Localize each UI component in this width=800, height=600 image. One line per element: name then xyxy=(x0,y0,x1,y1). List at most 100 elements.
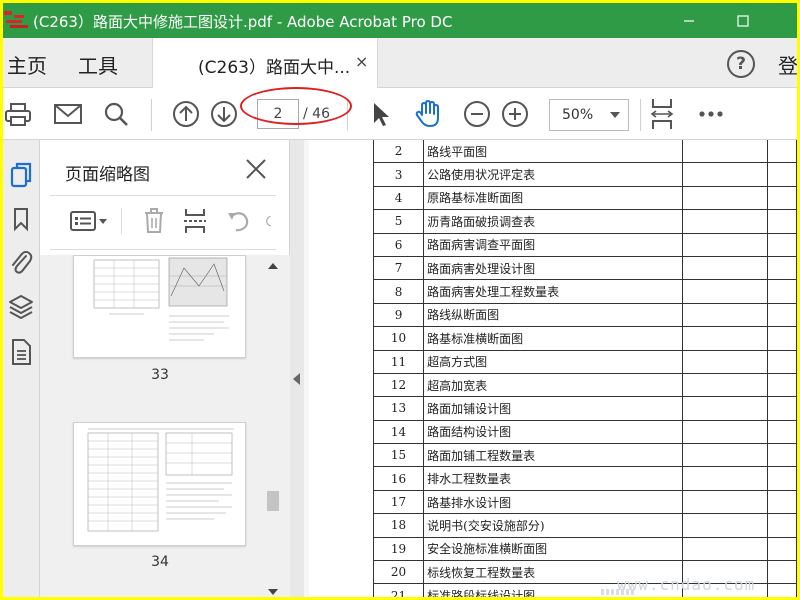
table-row: 11 超高方式图 xyxy=(372,349,797,374)
main-toolbar: 2 / 46 50% xyxy=(3,89,797,140)
row-empty-cell xyxy=(767,513,797,538)
insert-page-button[interactable] xyxy=(181,204,209,238)
table-row: 18 说明书(交安设施部分) xyxy=(372,513,797,538)
zoom-out-button[interactable] xyxy=(462,97,492,131)
row-empty-cell xyxy=(767,560,797,585)
row-empty-cell xyxy=(682,326,769,351)
rotate-right-button[interactable] xyxy=(264,204,278,238)
row-title: 超高加宽表 xyxy=(423,372,684,398)
row-number: 13 xyxy=(372,396,425,421)
trash-icon xyxy=(145,208,163,233)
watermark: www.cndao.com xyxy=(617,575,756,594)
maximize-icon xyxy=(737,14,749,27)
print-icon xyxy=(5,103,31,126)
maximize-button[interactable] xyxy=(719,3,767,38)
row-number: 3 xyxy=(372,162,425,187)
select-tool-button[interactable] xyxy=(367,97,393,131)
row-title: 路线平面图 xyxy=(423,140,684,164)
document-page: 2 路线平面图 3 公路使用状况评定表 4 原路基标准断面图 5 沥青路面破损调查表 6 路面病害… xyxy=(309,140,797,597)
row-title: 路面加铺设计图 xyxy=(423,396,684,421)
scroll-down-icon[interactable] xyxy=(264,585,282,597)
scrollbar-thumb[interactable] xyxy=(267,491,279,511)
scroll-up-icon[interactable] xyxy=(264,259,282,273)
zoom-dropdown[interactable]: 50% xyxy=(549,99,629,131)
layers-button[interactable] xyxy=(7,292,35,322)
next-page-button[interactable] xyxy=(209,97,239,131)
row-empty-cell xyxy=(767,466,797,491)
menu-tools[interactable]: 工具 xyxy=(78,50,118,79)
close-icon[interactable] xyxy=(242,155,270,183)
row-empty-cell xyxy=(682,302,769,328)
row-empty-cell xyxy=(767,489,797,515)
table-row: 4 原路基标准断面图 xyxy=(372,185,797,211)
thumbnail-label: 33 xyxy=(151,367,169,383)
thumbnail-list[interactable]: 33 34 xyxy=(40,255,290,597)
layers-icon xyxy=(9,295,33,319)
thumbnail-page-33[interactable] xyxy=(73,255,246,358)
rotate-page-button[interactable] xyxy=(224,204,252,238)
row-empty-cell xyxy=(767,326,797,351)
minimize-button[interactable] xyxy=(665,3,713,38)
panel-collapse-handle[interactable] xyxy=(290,140,304,597)
row-title: 路面病害调查平面图 xyxy=(423,232,684,257)
bookmarks-button[interactable] xyxy=(7,204,35,234)
row-empty-cell xyxy=(682,185,769,211)
row-empty-cell xyxy=(682,443,769,468)
zoom-value: 50% xyxy=(562,107,594,123)
menu-home[interactable]: 主页 xyxy=(7,50,47,79)
login-button[interactable]: 登 xyxy=(778,50,797,79)
thumbnail-label: 34 xyxy=(151,554,169,570)
row-number: 7 xyxy=(372,255,425,281)
delete-page-button[interactable] xyxy=(140,204,168,238)
table-row: 13 路面加铺设计图 xyxy=(372,396,797,421)
document-tab-label: (C263）路面大中... xyxy=(198,58,351,78)
page-number-highlight xyxy=(240,87,352,125)
row-number: 2 xyxy=(372,140,425,164)
rotate-right-icon xyxy=(266,215,272,227)
table-row: 7 路面病害处理设计图 xyxy=(372,255,797,281)
row-number: 6 xyxy=(372,232,425,257)
tab-close-icon[interactable]: × xyxy=(355,52,368,71)
row-empty-cell xyxy=(682,162,769,187)
app-window: (C263）路面大中修施工图设计.pdf - Adobe Acrobat Pro… xyxy=(3,3,797,597)
table-row: 17 路基排水设计图 xyxy=(372,489,797,515)
row-number: 18 xyxy=(372,513,425,538)
row-number: 11 xyxy=(372,349,425,374)
thumbnail-scrollbar[interactable] xyxy=(264,255,282,597)
print-button[interactable] xyxy=(3,97,33,131)
previous-page-button[interactable] xyxy=(171,97,201,131)
table-row: 16 排水工程数量表 xyxy=(372,466,797,491)
hand-tool-button[interactable] xyxy=(413,97,443,131)
row-empty-cell xyxy=(682,232,769,257)
row-title: 原路基标准断面图 xyxy=(423,185,684,211)
panel-title: 页面缩略图 xyxy=(65,165,150,185)
rotate-left-icon xyxy=(228,212,249,232)
find-button[interactable] xyxy=(101,97,131,131)
table-row: 6 路面病害调查平面图 xyxy=(372,232,797,257)
help-icon[interactable]: ? xyxy=(727,50,755,78)
content-button[interactable] xyxy=(7,337,35,367)
page-up-icon xyxy=(173,101,199,127)
select-icon xyxy=(374,103,389,126)
document-view[interactable]: 2 路线平面图 3 公路使用状况评定表 4 原路基标准断面图 5 沥青路面破损调查表 6 路面病害… xyxy=(304,140,797,597)
more-tools-button[interactable] xyxy=(696,97,726,131)
table-row: 14 路面结构设计图 xyxy=(372,419,797,445)
row-title: 安全设施标准横断面图 xyxy=(423,536,684,562)
options-menu-icon xyxy=(70,211,107,231)
panel-divider xyxy=(50,249,276,250)
page-thumbnails-button[interactable] xyxy=(7,160,35,190)
fit-page-button[interactable] xyxy=(648,97,676,131)
row-number: 19 xyxy=(372,536,425,562)
row-title: 路基标准横断面图 xyxy=(423,326,684,351)
email-button[interactable] xyxy=(51,97,85,131)
search-icon xyxy=(104,102,128,126)
attachments-button[interactable] xyxy=(7,247,35,277)
document-tab[interactable]: (C263）路面大中... × xyxy=(152,38,378,88)
thumbnails-panel: 页面缩略图 33 34 xyxy=(40,140,290,597)
zoom-in-button[interactable] xyxy=(500,97,530,131)
row-number: 17 xyxy=(372,489,425,515)
row-number: 16 xyxy=(372,466,425,491)
thumbnail-page-34[interactable] xyxy=(73,422,246,546)
more-icon xyxy=(699,111,723,117)
thumbnail-options-button[interactable] xyxy=(67,204,111,238)
